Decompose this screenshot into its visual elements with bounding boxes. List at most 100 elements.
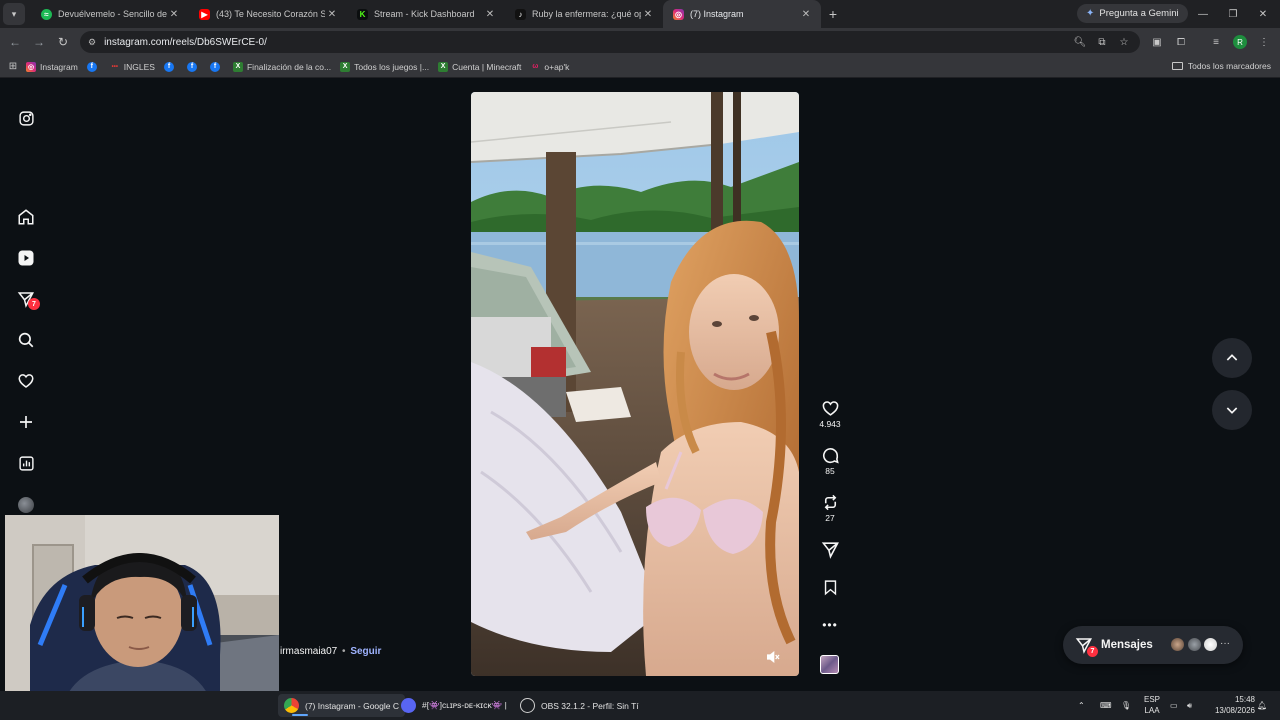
heart-icon[interactable] bbox=[16, 371, 36, 391]
reel-username[interactable]: irmasmaia07 bbox=[280, 646, 337, 657]
tab-close-icon[interactable]: ✕ bbox=[325, 9, 339, 20]
forward-button[interactable]: → bbox=[31, 34, 47, 50]
create-plus-icon[interactable] bbox=[16, 412, 36, 432]
browser-tab-active[interactable]: ◎ (7) Instagram ✕ bbox=[663, 0, 821, 28]
language-indicator[interactable]: ESP LAA bbox=[1140, 694, 1164, 716]
facebook-icon: f bbox=[163, 61, 174, 72]
audio-thumbnail[interactable] bbox=[820, 655, 839, 674]
bookmark-star-icon[interactable]: ☆ bbox=[1116, 34, 1132, 50]
comment-bubble-icon bbox=[812, 445, 848, 465]
close-window-button[interactable]: ✕ bbox=[1248, 0, 1278, 28]
taskbar-item-label: (7) Instagram - Google C bbox=[305, 700, 400, 711]
bookmark-item[interactable]: f bbox=[209, 61, 224, 72]
reel-video[interactable] bbox=[471, 92, 799, 676]
tray-overflow-icon[interactable]: ⌃ bbox=[1078, 691, 1085, 720]
chevron-down-icon bbox=[1226, 407, 1238, 414]
comment-button[interactable]: 85 bbox=[812, 445, 848, 476]
repost-button[interactable]: 27 bbox=[812, 492, 848, 523]
tab-strip: ▾ ≈ Devuélvemelo - Sencillo de Bal ✕ ▶ (… bbox=[0, 0, 1280, 28]
close-icon: ✕ bbox=[1258, 8, 1268, 20]
browser-tab[interactable]: ▶ (43) Te Necesito Corazón Serra ✕ bbox=[189, 0, 347, 28]
instagram-logo-icon[interactable] bbox=[16, 108, 36, 128]
profile-avatar[interactable]: R bbox=[1233, 35, 1247, 49]
instagram-icon: ◎ bbox=[673, 8, 684, 20]
tiktok-icon: ♪ bbox=[515, 8, 526, 20]
chat-avatar[interactable] bbox=[1186, 636, 1203, 653]
notifications-icon[interactable]: 🔔︎ bbox=[1257, 691, 1267, 720]
taskbar-item-chrome[interactable]: (7) Instagram - Google C bbox=[278, 694, 406, 717]
tab-close-icon[interactable]: ✕ bbox=[799, 9, 813, 20]
bookmark-item[interactable]: f bbox=[186, 61, 201, 72]
all-bookmarks-button[interactable]: Todos los marcadores bbox=[1171, 61, 1271, 71]
bookmark-item[interactable]: f bbox=[163, 61, 178, 72]
save-button[interactable] bbox=[812, 577, 848, 597]
taskbar-item-obs[interactable]: OBS 32.1.2 - Perfil: Sin Tí bbox=[514, 694, 645, 717]
menu-dots-icon[interactable]: ⋮ bbox=[1256, 34, 1272, 50]
bookmark-item[interactable]: X Todos los juegos |... bbox=[340, 61, 429, 72]
restore-button[interactable]: ❐ bbox=[1218, 0, 1248, 28]
webcam-feed bbox=[5, 515, 279, 720]
back-button[interactable]: ← bbox=[7, 34, 23, 50]
bookmark-item[interactable]: ◎ Instagram bbox=[26, 61, 78, 72]
share-button[interactable] bbox=[812, 539, 848, 559]
bookmark-label: Instagram bbox=[40, 61, 78, 72]
taskbar-item-discord[interactable]: #[👾]ᴄʟɪᴘs-ᴅᴇ-ᴋɪᴄᴋ👾 | bbox=[395, 694, 513, 717]
like-count: 4.943 bbox=[819, 419, 841, 429]
bookmark-item[interactable]: ••• INGLES bbox=[110, 62, 155, 72]
bookmark-item[interactable]: X Finalización de la co... bbox=[232, 61, 331, 72]
next-reel-button[interactable] bbox=[1212, 390, 1252, 430]
profile-avatar-icon[interactable] bbox=[18, 497, 34, 513]
tab-close-icon[interactable]: ✕ bbox=[483, 9, 497, 20]
minimize-button[interactable]: — bbox=[1188, 0, 1218, 28]
chrome-icon bbox=[284, 698, 299, 713]
bookmark-item[interactable]: f bbox=[86, 61, 101, 72]
browser-tab[interactable]: ♪ Ruby la enfermera: ¿qué opina ✕ bbox=[505, 0, 663, 28]
zoom-icon[interactable]: 🔍︎ bbox=[1072, 34, 1088, 50]
extensions-icon[interactable]: ⧠ bbox=[1173, 34, 1189, 50]
home-icon[interactable] bbox=[16, 207, 36, 227]
system-clock[interactable]: 15:48 13/08/2026 bbox=[1203, 694, 1255, 716]
tab-close-icon[interactable]: ✕ bbox=[641, 9, 655, 20]
mute-icon[interactable] bbox=[765, 649, 781, 665]
tab-close-icon[interactable]: ✕ bbox=[167, 9, 181, 20]
taskbar-item-label: #[👾]ᴄʟɪᴘs-ᴅᴇ-ᴋɪᴄᴋ👾 | bbox=[422, 700, 507, 710]
media-icon[interactable]: ▣ bbox=[1149, 34, 1165, 50]
more-chats-icon[interactable]: ··· bbox=[1220, 638, 1230, 649]
follow-button[interactable]: Seguir bbox=[350, 646, 381, 657]
browser-tab[interactable]: K Stream - Kick Dashboard ✕ bbox=[347, 0, 505, 28]
volume-icon[interactable]: 🔊︎ bbox=[1187, 691, 1192, 720]
bookmarks-bar: ⊞ ◎ Instagram f ••• INGLES f f f X Final… bbox=[0, 56, 1280, 78]
reload-button[interactable]: ↻ bbox=[55, 34, 71, 50]
search-icon[interactable] bbox=[16, 330, 36, 350]
taskbar-item-label: OBS 32.1.2 - Perfil: Sin Tí bbox=[541, 700, 639, 711]
bookmark-item[interactable]: X Cuenta | Minecraft bbox=[438, 61, 522, 72]
new-tab-button[interactable]: + bbox=[821, 6, 845, 22]
tab-search-button[interactable]: ▾ bbox=[3, 3, 25, 25]
apps-grid-icon[interactable]: ⊞ bbox=[0, 61, 26, 72]
address-bar[interactable]: ⚙ instagram.com/reels/Db6SWErCE-0/ bbox=[80, 31, 1140, 53]
previous-reel-button[interactable] bbox=[1212, 338, 1252, 378]
discord-icon bbox=[401, 698, 416, 713]
url-text: instagram.com/reels/Db6SWErCE-0/ bbox=[104, 36, 267, 48]
arrow-left-icon: ← bbox=[9, 35, 21, 49]
dots-icon: ••• bbox=[111, 63, 118, 70]
input-method-icon[interactable]: ⌨ bbox=[1100, 691, 1112, 720]
dashboard-chart-icon[interactable] bbox=[16, 453, 36, 473]
install-app-icon[interactable]: ⧉ bbox=[1094, 34, 1110, 50]
bookmark-item[interactable]: ω o+ap'k bbox=[530, 62, 569, 72]
chat-avatar[interactable] bbox=[1169, 636, 1186, 653]
microphone-icon[interactable]: 🎙︎ bbox=[1121, 691, 1131, 720]
site-settings-icon[interactable]: ⚙ bbox=[88, 37, 96, 48]
more-options-button[interactable]: ••• bbox=[812, 615, 848, 635]
bookmark-label: Cuenta | Minecraft bbox=[452, 61, 522, 72]
browser-tab[interactable]: ≈ Devuélvemelo - Sencillo de Bal ✕ bbox=[31, 0, 189, 28]
more-dots-icon: ••• bbox=[822, 618, 838, 632]
network-icon[interactable]: ▭ bbox=[1170, 691, 1178, 720]
reading-list-icon[interactable]: ≡ bbox=[1208, 34, 1224, 50]
chevron-down-icon: ▾ bbox=[11, 8, 17, 19]
all-bookmarks-label: Todos los marcadores bbox=[1187, 61, 1271, 71]
chat-avatar[interactable] bbox=[1202, 636, 1219, 653]
reels-icon[interactable] bbox=[16, 248, 36, 268]
gemini-button[interactable]: ✦ Pregunta a Gemini bbox=[1077, 4, 1188, 23]
like-button[interactable]: 4.943 bbox=[812, 398, 848, 429]
